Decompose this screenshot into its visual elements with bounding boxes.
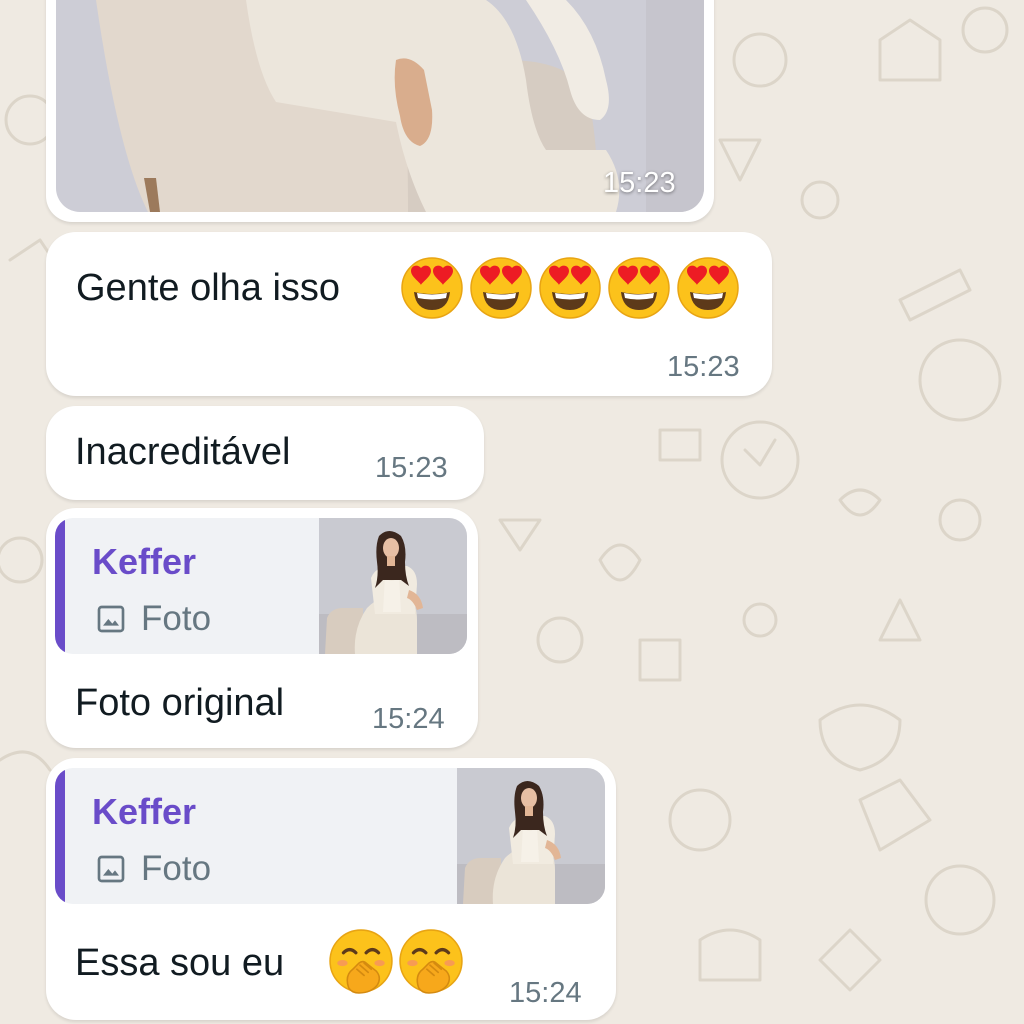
image-message-bubble[interactable]: 15:23: [46, 0, 714, 222]
message-text: Gente olha isso: [76, 267, 341, 309]
quote-accent-bar: [55, 518, 65, 654]
hand-over-mouth-emoji: [328, 928, 394, 994]
message-text: Essa sou eu: [75, 942, 285, 984]
message-timestamp: 15:23: [667, 351, 740, 383]
heart-eyes-emoji: [400, 256, 464, 320]
quoted-message[interactable]: Keffer Foto: [55, 518, 467, 654]
quote-media-label: Foto: [141, 849, 212, 888]
reply-message-bubble[interactable]: Keffer Foto Essa sou eu 15:24: [46, 758, 616, 1020]
message-timestamp: 15:23: [603, 167, 676, 199]
message-timestamp: 15:23: [375, 452, 448, 484]
heart-eyes-emoji: [676, 256, 740, 320]
quote-author: Keffer: [92, 541, 197, 582]
quote-media-type: Foto: [95, 601, 211, 636]
heart-eyes-emoji: [607, 256, 671, 320]
message-text: Inacreditável: [75, 431, 291, 473]
message-timestamp: 15:24: [372, 703, 445, 735]
quote-accent-bar: [55, 768, 65, 904]
quote-thumbnail: [457, 768, 605, 904]
reply-message-bubble[interactable]: Keffer Foto Foto original 15:24: [46, 508, 478, 748]
heart-eyes-emoji: [469, 256, 533, 320]
quote-author: Keffer: [92, 791, 197, 832]
image-icon: [95, 853, 127, 885]
image-icon: [95, 603, 127, 635]
quoted-message[interactable]: Keffer Foto: [55, 768, 605, 904]
message-text: Foto original: [75, 682, 285, 724]
heart-eyes-emoji: [538, 256, 602, 320]
quote-media-label: Foto: [141, 599, 212, 638]
quote-media-type: Foto: [95, 851, 211, 886]
text-message-bubble[interactable]: Inacreditável 15:23: [46, 406, 484, 500]
message-timestamp: 15:24: [509, 977, 582, 1009]
text-message-bubble[interactable]: Gente olha isso 15:23: [46, 232, 772, 396]
quote-thumbnail: [319, 518, 467, 654]
hand-over-mouth-emoji: [398, 928, 464, 994]
